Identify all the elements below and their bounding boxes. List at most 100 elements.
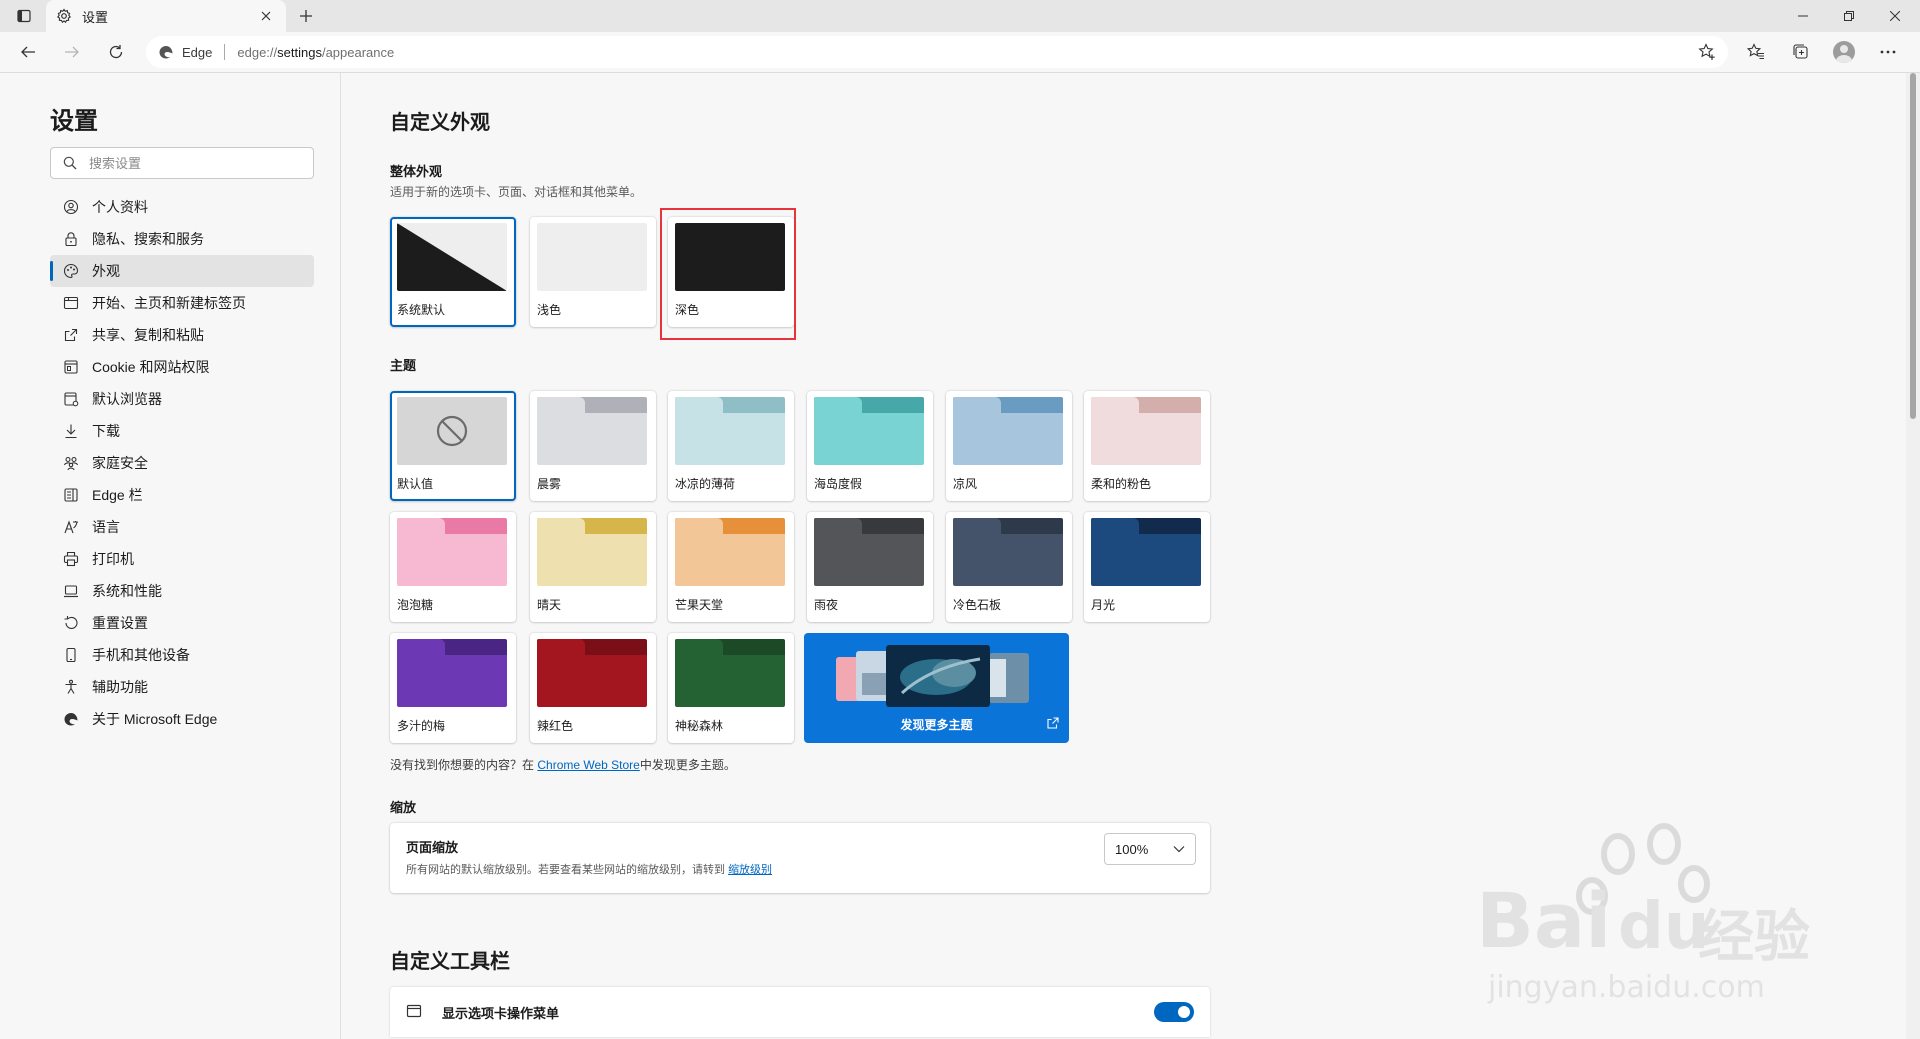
theme-card[interactable]: 神秘森林 [668, 633, 794, 743]
address-bar[interactable]: Edge edge://settings/appearance [146, 36, 1728, 68]
theme-label: 神秘森林 [675, 719, 724, 733]
refresh-button[interactable] [100, 36, 132, 68]
sidebar-item-printers[interactable]: 打印机 [50, 543, 314, 575]
active-tab[interactable]: 设置 [46, 0, 286, 32]
search-settings-box[interactable] [50, 147, 314, 179]
theme-card[interactable]: 雨夜 [807, 512, 933, 622]
tab-actions-button[interactable] [8, 4, 40, 28]
discover-more-themes-card[interactable]: 发现更多主题 [804, 633, 1069, 743]
page-scrollbar[interactable] [1906, 73, 1920, 1039]
sidebar-item-label: 共享、复制和粘贴 [92, 327, 204, 343]
appearance-option-light[interactable]: 浅色 [530, 217, 656, 327]
theme-card[interactable]: 泡泡糖 [390, 512, 516, 622]
theme-card[interactable]: 辣红色 [530, 633, 656, 743]
profile-button[interactable] [1828, 36, 1860, 68]
forward-button[interactable] [56, 36, 88, 68]
sidebar-item-share[interactable]: 共享、复制和粘贴 [50, 319, 314, 351]
theme-label: 泡泡糖 [397, 598, 434, 612]
zoom-levels-link[interactable]: 缩放级别 [728, 864, 772, 876]
theme-label: 柔和的粉色 [1091, 477, 1152, 491]
theme-card[interactable]: 芒果天堂 [668, 512, 794, 622]
system-default-preview [397, 223, 507, 291]
tab-close-button[interactable] [256, 6, 276, 26]
external-link-icon [1047, 717, 1059, 729]
tab-actions-menu-toggle[interactable] [1154, 1002, 1194, 1022]
lock-icon [62, 230, 80, 248]
back-button[interactable] [12, 36, 44, 68]
zoom-level-select[interactable]: 100% [1104, 833, 1196, 865]
sidebar-item-profile[interactable]: 个人资料 [50, 191, 314, 223]
overall-appearance-description: 适用于新的选项卡、页面、对话框和其他菜单。 [390, 185, 643, 199]
scrollbar-thumb[interactable] [1910, 73, 1916, 419]
sidebar-item-phone[interactable]: 手机和其他设备 [50, 639, 314, 671]
sidebar-item-default-browser[interactable]: 默认浏览器 [50, 383, 314, 415]
sidebar-item-label: 默认浏览器 [92, 391, 162, 407]
theme-preview [397, 397, 507, 465]
theme-card[interactable]: 凉风 [946, 391, 1072, 501]
edge-logo-icon [62, 710, 80, 728]
collections-button[interactable] [1784, 36, 1816, 68]
close-window-button[interactable] [1872, 0, 1918, 32]
theme-preview [814, 397, 924, 465]
edge-logo-icon [159, 46, 173, 59]
theme-label: 月光 [1091, 598, 1116, 612]
themes-label: 主题 [390, 358, 417, 373]
theme-card[interactable]: 冰凉的薄荷 [668, 391, 794, 501]
language-icon [62, 518, 80, 536]
sidebar-item-reset[interactable]: 重置设置 [50, 607, 314, 639]
page-zoom-description: 所有网站的默认缩放级别。若要查看某些网站的缩放级别，请转到 缩放级别 [406, 861, 772, 877]
theme-label: 冷色石板 [953, 598, 1002, 612]
plus-icon [300, 10, 312, 22]
sidebar-item-languages[interactable]: 语言 [50, 511, 314, 543]
sidebar-item-accessibility[interactable]: 辅助功能 [50, 671, 314, 703]
theme-card[interactable]: 多汁的梅 [390, 633, 516, 743]
theme-folder-swatch [1091, 518, 1201, 586]
tab-actions-menu-setting: 显示选项卡操作菜单 [390, 987, 1210, 1037]
theme-card[interactable]: 晨雾 [530, 391, 656, 501]
theme-card[interactable]: 冷色石板 [946, 512, 1072, 622]
sidebar-item-label: 家庭安全 [92, 455, 148, 471]
theme-preview [537, 518, 647, 586]
theme-folder-swatch [953, 518, 1063, 586]
more-menu-button[interactable] [1872, 36, 1904, 68]
sidebar-item-system[interactable]: 系统和性能 [50, 575, 314, 607]
theme-label: 晨雾 [537, 477, 562, 491]
family-icon [62, 454, 80, 472]
printer-icon [62, 550, 80, 568]
theme-card[interactable]: 晴天 [530, 512, 656, 622]
sidebar-item-about[interactable]: 关于 Microsoft Edge [50, 703, 314, 735]
theme-card[interactable]: 海岛度假 [807, 391, 933, 501]
sidebar-item-label: Edge 栏 [92, 487, 143, 503]
close-icon [1890, 11, 1900, 21]
restore-button[interactable] [1826, 0, 1872, 32]
appearance-option-label: 浅色 [537, 303, 562, 317]
sidebar-item-family[interactable]: 家庭安全 [50, 447, 314, 479]
theme-card[interactable]: 柔和的粉色 [1084, 391, 1210, 501]
sidebar-item-downloads[interactable]: 下载 [50, 415, 314, 447]
blocked-icon [436, 415, 468, 447]
sidebar-item-cookies[interactable]: Cookie 和网站权限 [50, 351, 314, 383]
sidebar-item-edge-bar[interactable]: Edge 栏 [50, 479, 314, 511]
system-default-swatch [397, 223, 507, 291]
page-title: 自定义外观 [390, 112, 490, 134]
sidebar-item-start-home[interactable]: 开始、主页和新建标签页 [50, 287, 314, 319]
minimize-button[interactable] [1780, 0, 1826, 32]
appearance-option-system[interactable]: 系统默认 [390, 217, 516, 327]
theme-folder-swatch [675, 639, 785, 707]
favorites-button[interactable] [1740, 36, 1772, 68]
theme-card[interactable]: 月光 [1084, 512, 1210, 622]
add-favorite-button[interactable] [1698, 43, 1716, 61]
zoom-level-value: 100% [1115, 841, 1149, 857]
tab-actions-icon [406, 1004, 422, 1018]
store-note: 没有找到你想要的内容？在 Chrome Web Store中发现更多主题。 [390, 756, 736, 773]
sidebar-item-privacy[interactable]: 隐私、搜索和服务 [50, 223, 314, 255]
search-input[interactable] [87, 154, 291, 172]
page-zoom-title: 页面缩放 [406, 840, 459, 855]
dark-option-highlight [660, 208, 796, 340]
new-tab-button[interactable] [292, 4, 320, 28]
sidebar-item-appearance[interactable]: 外观 [50, 255, 314, 287]
chrome-web-store-link[interactable]: Chrome Web Store [537, 758, 640, 772]
theme-card[interactable]: 默认值 [390, 391, 516, 501]
address-divider [224, 44, 226, 60]
tab-actions-icon [17, 9, 31, 23]
